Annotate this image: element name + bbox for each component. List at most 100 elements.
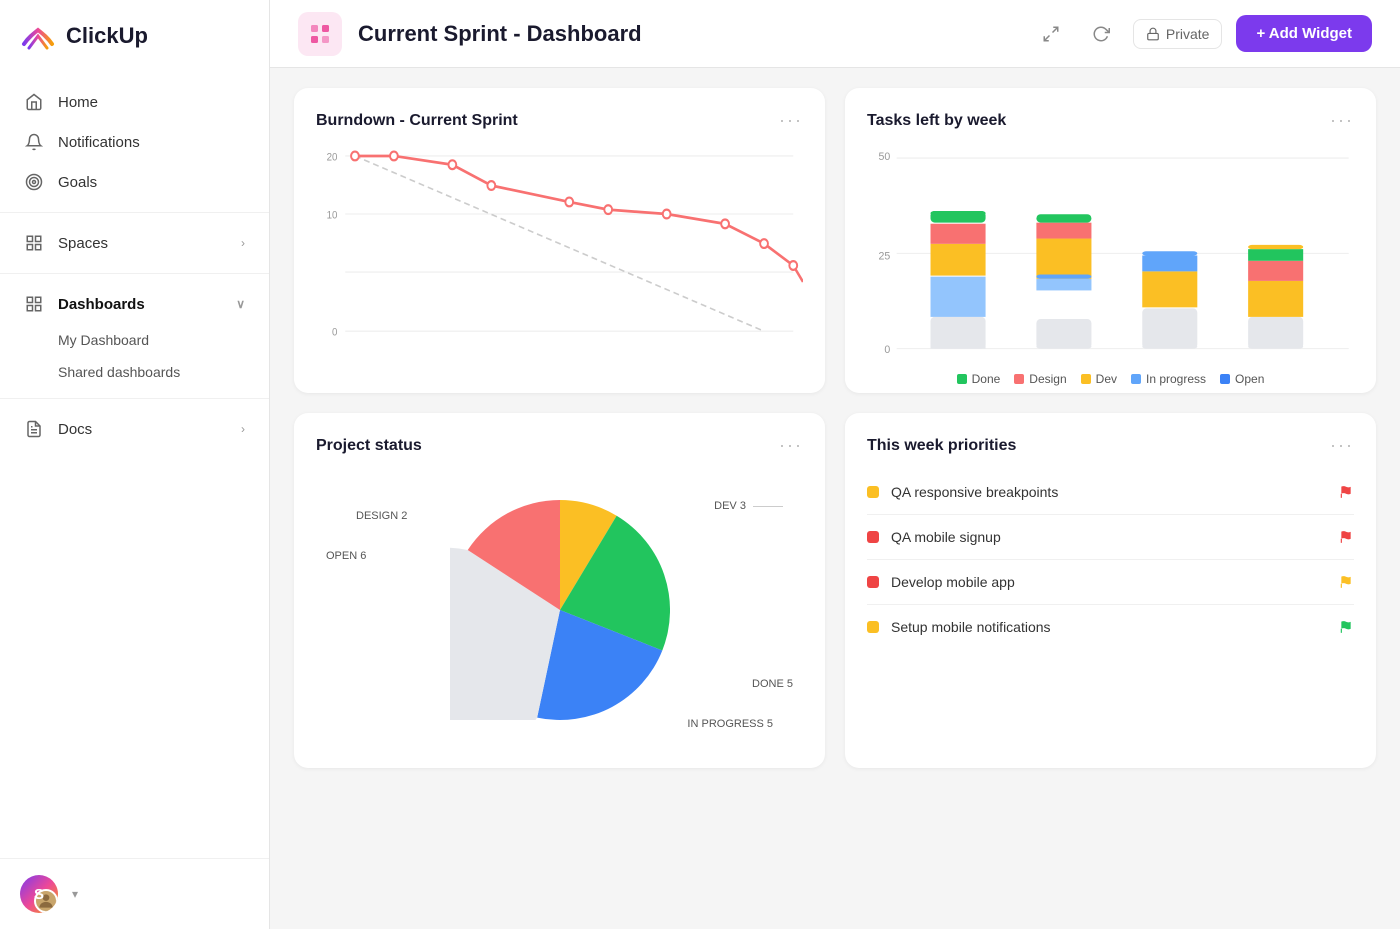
priority-dot-2 [867, 576, 879, 588]
svg-text:0: 0 [332, 327, 338, 339]
priorities-menu-button[interactable]: ··· [1330, 435, 1354, 456]
priority-dot-3 [867, 621, 879, 633]
pie-label-design: DESIGN 2 [356, 510, 407, 522]
nav-divider-3 [0, 398, 269, 399]
sidebar-item-goals[interactable]: Goals [0, 162, 269, 202]
refresh-button[interactable] [1083, 16, 1119, 52]
sidebar-nav: Home Notifications Goals Spaces › [0, 72, 269, 858]
priority-item-1: QA mobile signup [867, 515, 1354, 560]
spaces-chevron-icon: › [241, 236, 245, 250]
legend-dev: Dev [1081, 372, 1117, 386]
legend-done: Done [957, 372, 1001, 386]
legend-open-label: Open [1235, 372, 1264, 386]
burndown-widget: Burndown - Current Sprint ··· 20 10 0 [294, 88, 825, 393]
private-label: Private [1166, 26, 1210, 42]
dashboard-content: Burndown - Current Sprint ··· 20 10 0 [270, 68, 1400, 929]
priority-item-2-left: Develop mobile app [867, 574, 1015, 590]
svg-text:0: 0 [884, 344, 890, 356]
priority-item-0-left: QA responsive breakpoints [867, 484, 1058, 500]
priority-flag-3 [1338, 619, 1354, 635]
sidebar-item-spaces[interactable]: Spaces › [0, 223, 269, 263]
bell-icon [24, 132, 44, 152]
tasks-by-week-header: Tasks left by week ··· [867, 110, 1354, 131]
widgets-row-2: Project status ··· [294, 413, 1376, 768]
svg-text:10: 10 [327, 210, 338, 222]
sidebar-item-dashboards-label: Dashboards [58, 296, 145, 313]
burndown-header: Burndown - Current Sprint ··· [316, 110, 803, 131]
priority-text-2: Develop mobile app [891, 574, 1015, 590]
priority-text-0: QA responsive breakpoints [891, 484, 1058, 500]
priorities-widget: This week priorities ··· QA responsive b… [845, 413, 1376, 768]
svg-text:25: 25 [879, 251, 891, 263]
burndown-menu-button[interactable]: ··· [779, 110, 803, 131]
legend-inprogress-dot [1131, 374, 1141, 384]
pie-label-inprogress: IN PROGRESS 5 [687, 718, 773, 730]
priority-list: QA responsive breakpoints QA mobile sign… [867, 470, 1354, 649]
sidebar-item-home[interactable]: Home [0, 82, 269, 122]
clickup-logo-icon [20, 18, 56, 54]
sidebar-sub-my-dashboard-label: My Dashboard [58, 332, 149, 348]
priority-text-3: Setup mobile notifications [891, 619, 1051, 635]
legend-design-label: Design [1029, 372, 1066, 386]
legend-open: Open [1220, 372, 1264, 386]
sidebar-sub-my-dashboard[interactable]: My Dashboard [0, 324, 269, 356]
tasks-by-week-widget: Tasks left by week ··· 50 25 0 [845, 88, 1376, 393]
priority-item-3-left: Setup mobile notifications [867, 619, 1051, 635]
project-status-widget: Project status ··· [294, 413, 825, 768]
page-header: Current Sprint - Dashboard Private + Add… [270, 0, 1400, 68]
pie-chart-area: DEV 3 DONE 5 IN PROGRESS 5 OPEN 6 DESIGN… [316, 470, 803, 750]
avatar-letter: S [34, 886, 44, 903]
lock-icon [1146, 27, 1160, 41]
priority-text-1: QA mobile signup [891, 529, 1001, 545]
project-status-header: Project status ··· [316, 435, 803, 456]
widgets-row-1: Burndown - Current Sprint ··· 20 10 0 [294, 88, 1376, 393]
avatar-circle: S [20, 875, 58, 913]
legend-inprogress: In progress [1131, 372, 1206, 386]
legend-done-label: Done [972, 372, 1001, 386]
legend-design-dot [1014, 374, 1024, 384]
dashboards-icon [24, 294, 44, 314]
page-title: Current Sprint - Dashboard [358, 21, 642, 47]
docs-icon [24, 419, 44, 439]
legend-done-dot [957, 374, 967, 384]
add-widget-button[interactable]: + Add Widget [1236, 15, 1372, 52]
dashboards-chevron-icon: ∨ [236, 297, 245, 311]
sidebar-item-home-label: Home [58, 94, 98, 111]
nav-divider-2 [0, 273, 269, 274]
tasks-by-week-menu-button[interactable]: ··· [1330, 110, 1354, 131]
sidebar: ClickUp Home Notifications Goals [0, 0, 270, 929]
priority-item-2: Develop mobile app [867, 560, 1354, 605]
pie-label-done: DONE 5 [752, 678, 793, 690]
sidebar-item-dashboards[interactable]: Dashboards ∨ [0, 284, 269, 324]
legend-design: Design [1014, 372, 1066, 386]
legend-open-dot [1220, 374, 1230, 384]
spaces-icon [24, 233, 44, 253]
pie-label-open: OPEN 6 [326, 550, 366, 562]
svg-text:50: 50 [879, 151, 891, 163]
project-status-menu-button[interactable]: ··· [779, 435, 803, 456]
private-tag[interactable]: Private [1133, 19, 1223, 49]
bar-chart-area: 50 25 0 [867, 145, 1354, 375]
priorities-title: This week priorities [867, 437, 1016, 455]
sidebar-sub-shared-dashboards[interactable]: Shared dashboards [0, 356, 269, 388]
main-area: Current Sprint - Dashboard Private + Add… [270, 0, 1400, 929]
pie-label-dev: DEV 3 [714, 500, 783, 512]
header-left: Current Sprint - Dashboard [298, 12, 642, 56]
expand-button[interactable] [1033, 16, 1069, 52]
priority-dot-1 [867, 531, 879, 543]
priority-item-0: QA responsive breakpoints [867, 470, 1354, 515]
header-right: Private + Add Widget [1033, 15, 1372, 52]
footer-chevron-icon[interactable]: ▾ [72, 887, 78, 901]
bar-chart-legend: Done Design Dev In progress [867, 372, 1354, 386]
home-icon [24, 92, 44, 112]
bar-chart-svg: 50 25 0 [867, 145, 1354, 362]
priority-flag-0 [1338, 484, 1354, 500]
priorities-header: This week priorities ··· [867, 435, 1354, 456]
sidebar-item-notifications[interactable]: Notifications [0, 122, 269, 162]
avatar[interactable]: S [20, 875, 58, 913]
burndown-chart-area: 20 10 0 [316, 145, 803, 375]
sidebar-item-goals-label: Goals [58, 174, 97, 191]
legend-dev-label: Dev [1096, 372, 1117, 386]
sidebar-item-docs[interactable]: Docs › [0, 409, 269, 449]
svg-text:20: 20 [327, 152, 338, 164]
